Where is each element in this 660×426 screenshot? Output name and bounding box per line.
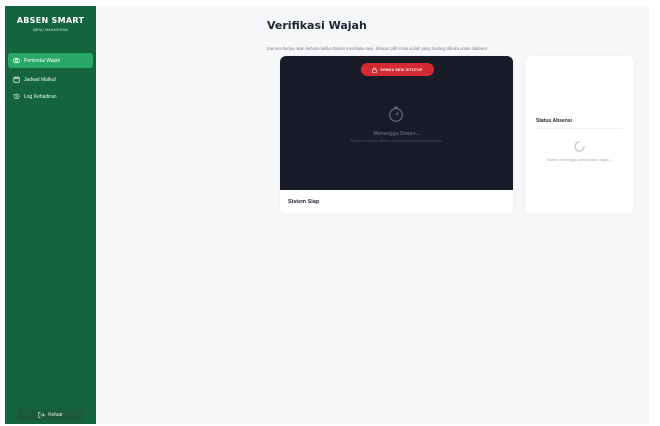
camera-icon	[13, 57, 20, 64]
sidebar-item-label: Log Kehadiran	[24, 93, 57, 100]
status-message: Sistem menunggu pemindaian wajah...	[546, 158, 613, 162]
status-title: Status Absensi	[536, 118, 572, 124]
session-closed-badge: SEMUA SESI DITUTUP	[361, 63, 434, 76]
waiting-note: Kamera tertutup. Belum ada sesi absensi …	[350, 139, 443, 143]
brand-subtitle: MENU MAHASISWA	[32, 28, 69, 32]
camera-viewport: SEMUA SESI DITUTUP Menunggu Dosen... Kam…	[280, 56, 513, 190]
calendar-icon	[13, 76, 20, 83]
logout-label: Keluar	[48, 412, 63, 418]
lock-icon	[372, 66, 378, 73]
logout-icon	[38, 412, 45, 418]
sidebar-item-jadwal-matkul[interactable]: Jadwal Matkul	[8, 72, 93, 87]
history-icon	[13, 93, 20, 100]
system-status: Sistem Siap	[288, 199, 320, 205]
badge-label: SEMUA SESI DITUTUP	[380, 67, 423, 72]
camera-card: SEMUA SESI DITUTUP Menunggu Dosen... Kam…	[280, 56, 513, 214]
divider	[536, 128, 623, 129]
brand-title: ABSEN SMART	[16, 16, 85, 25]
app-frame: ABSEN SMART MENU MAHASISWA Pemindai Waja…	[5, 6, 649, 424]
attendance-status-card: Status Absensi Sistem menunggu pemindaia…	[525, 56, 634, 214]
brand: ABSEN SMART MENU MAHASISWA	[5, 16, 96, 32]
sidebar-item-log-kehadiran[interactable]: Log Kehadiran	[8, 89, 93, 104]
sidebar: ABSEN SMART MENU MAHASISWA Pemindai Waja…	[5, 6, 96, 424]
page-description: Kamera hanya akan terbuka ketika Dosen m…	[267, 46, 489, 51]
stopwatch-icon	[387, 105, 405, 123]
sidebar-item-label: Pemindai Wajah	[24, 57, 61, 64]
logout-button[interactable]: Keluar	[18, 409, 83, 421]
sidebar-item-label: Jadwal Matkul	[24, 76, 56, 83]
waiting-title: Menunggu Dosen...	[373, 131, 420, 137]
page-title: Verifikasi Wajah	[267, 19, 367, 32]
sidebar-item-pemindai-wajah[interactable]: Pemindai Wajah	[8, 53, 93, 68]
loading-spinner-icon	[573, 140, 586, 153]
